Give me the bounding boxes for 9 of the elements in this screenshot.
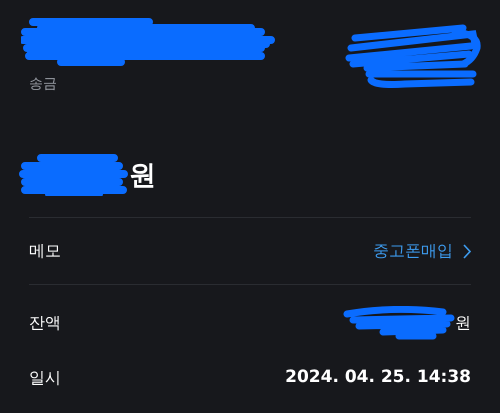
amount-text: 원 [129,162,156,188]
detail-label: 메모 [29,240,61,262]
memo-link[interactable]: 중고폰매입 [373,239,453,263]
detail-label: 일시 [29,366,61,388]
transaction-type: 송금 [29,75,58,94]
balance-value: 원 [455,312,471,334]
detail-label: 잔액 [29,312,61,334]
date-value: 2024. 04. 25. 14:38 [285,366,471,389]
chevron-right-icon [463,244,471,258]
